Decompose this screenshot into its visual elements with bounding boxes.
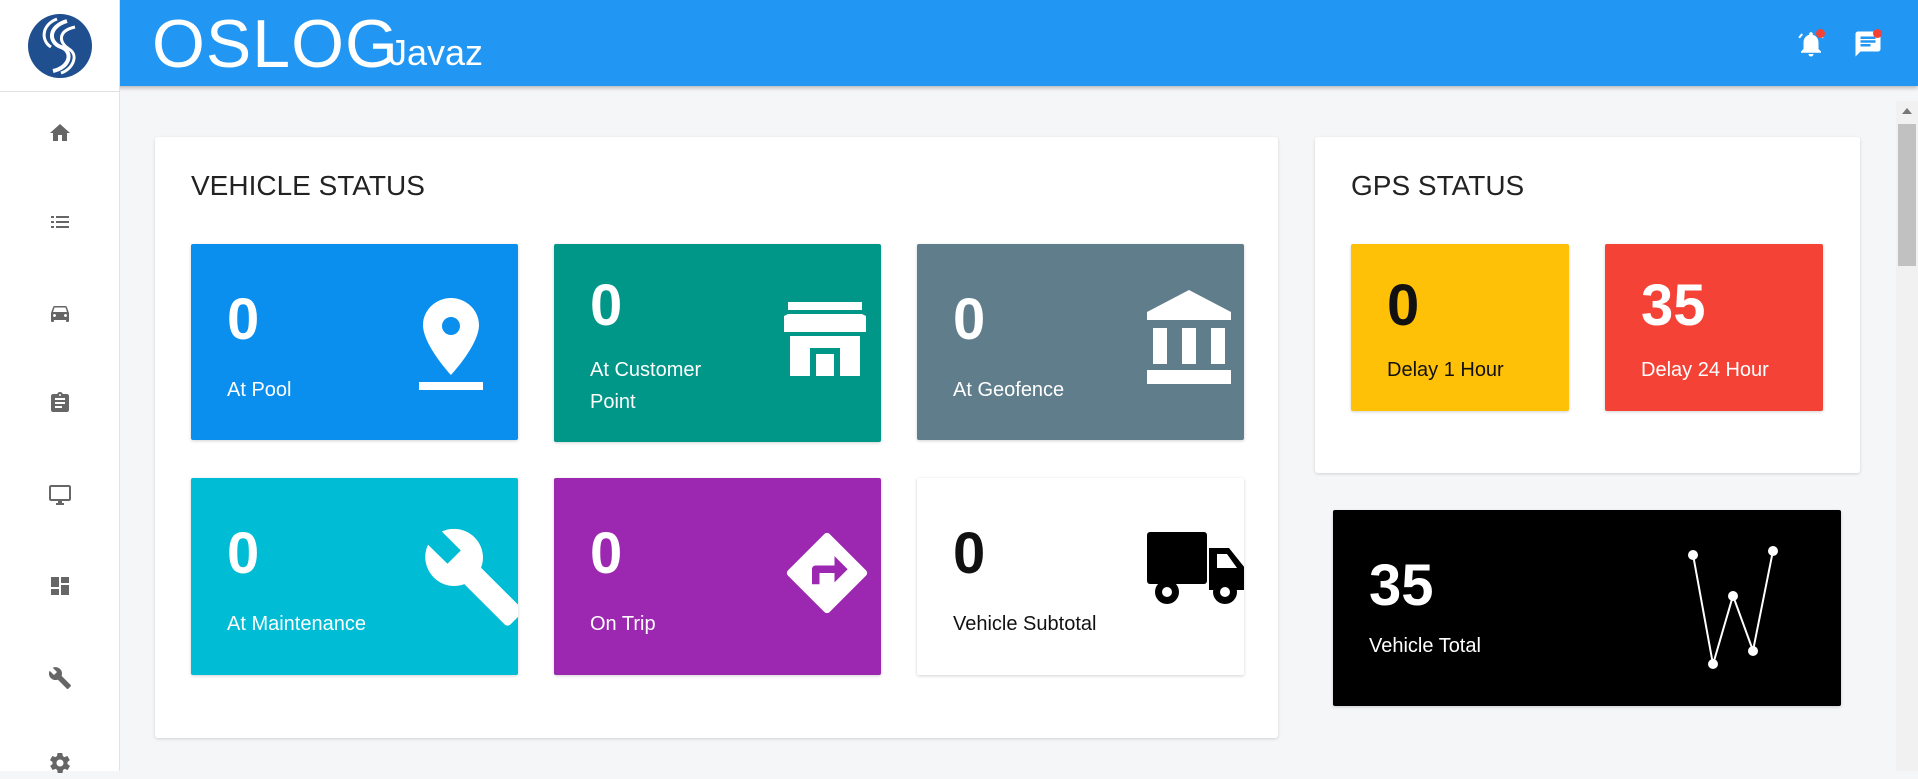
sidebar-item-list[interactable] <box>44 206 76 238</box>
at-customer-point-label: At Customer Point <box>590 359 702 413</box>
tile-delay-1-hour[interactable]: 0 Delay 1 Hour <box>1351 244 1569 411</box>
at-maintenance-label: At Maintenance <box>227 613 366 635</box>
at-geofence-label: At Geofence <box>953 379 1065 401</box>
on-trip-label: On Trip <box>590 613 656 635</box>
sidebar-item-vehicles[interactable] <box>44 297 76 329</box>
on-trip-count: 0 <box>590 521 623 586</box>
tile-at-geofence[interactable]: 0 At Geofence <box>917 244 1244 440</box>
directions-icon <box>786 532 868 614</box>
scroll-up-arrow-icon[interactable] <box>1899 104 1915 118</box>
car-icon <box>51 306 69 322</box>
sidebar-item-monitor[interactable] <box>44 479 76 511</box>
sidebar-item-home[interactable] <box>44 117 76 149</box>
sidebar-item-settings[interactable] <box>44 747 76 779</box>
location-pin-icon <box>419 298 483 390</box>
vehicle-status-card: VEHICLE STATUS 0 At Pool 0 At Customer P… <box>155 137 1278 738</box>
gear-icon <box>50 753 70 773</box>
bank-icon <box>1147 290 1231 384</box>
at-pool-count: 0 <box>227 287 260 352</box>
at-geofence-count: 0 <box>953 287 986 352</box>
tile-at-customer-point[interactable]: 0 At Customer Point <box>554 244 881 442</box>
home-icon <box>50 124 70 141</box>
at-customer-point-count: 0 <box>590 273 623 338</box>
monitor-icon <box>49 485 71 505</box>
tile-at-maintenance[interactable]: 0 At Maintenance <box>191 478 518 675</box>
tile-delay-24-hour[interactable]: 35 Delay 24 Hour <box>1605 244 1823 411</box>
scrollbar-thumb[interactable] <box>1898 124 1916 266</box>
tile-at-pool[interactable]: 0 At Pool <box>191 244 518 440</box>
vehicle-status-title: VEHICLE STATUS <box>191 170 425 201</box>
logo[interactable] <box>0 0 120 92</box>
tile-vehicle-subtotal[interactable]: 0 Vehicle Subtotal <box>917 478 1244 675</box>
sidebar-item-maintenance[interactable] <box>44 662 76 694</box>
messages-icon[interactable] <box>1853 29 1883 59</box>
wrench-icon <box>425 528 518 626</box>
sidebar <box>0 91 120 773</box>
vehicle-total-label: Vehicle Total <box>1369 635 1481 657</box>
gps-status-card: GPS STATUS 0 Delay 1 Hour 35 Delay 24 Ho… <box>1315 137 1860 473</box>
sidebar-item-reports[interactable] <box>44 387 76 419</box>
wrench-icon <box>48 667 71 689</box>
vehicle-subtotal-label: Vehicle Subtotal <box>953 613 1097 635</box>
delay-1-hour-label: Delay 1 Hour <box>1387 359 1504 381</box>
logo-emblem-icon <box>27 13 92 78</box>
dashboard-icon <box>51 577 69 595</box>
store-icon <box>784 302 866 376</box>
top-bar: OSLOG Javaz <box>0 0 1918 86</box>
sparkline-icon <box>1688 546 1778 669</box>
delay-24-hour-count: 35 <box>1641 273 1706 338</box>
at-maintenance-count: 0 <box>227 521 260 586</box>
message-dot <box>1873 29 1882 38</box>
notification-dot <box>1816 29 1825 38</box>
vehicle-subtotal-count: 0 <box>953 521 986 586</box>
tile-on-trip[interactable]: 0 On Trip <box>554 478 881 675</box>
list-icon <box>51 216 69 228</box>
delay-1-hour-count: 0 <box>1387 273 1420 338</box>
vehicle-total-count: 35 <box>1369 553 1434 618</box>
at-pool-label: At Pool <box>227 379 292 401</box>
gps-status-title: GPS STATUS <box>1351 170 1525 201</box>
tile-vehicle-total[interactable]: 35 Vehicle Total <box>1333 510 1841 706</box>
clipboard-icon <box>51 392 69 412</box>
notifications-bell-icon[interactable] <box>1796 29 1826 59</box>
truck-icon <box>1147 532 1244 604</box>
brand-name: OSLOG <box>152 6 399 82</box>
sidebar-item-dashboard[interactable] <box>44 570 76 602</box>
brand-subname: Javaz <box>389 32 484 73</box>
delay-24-hour-label: Delay 24 Hour <box>1641 359 1769 381</box>
